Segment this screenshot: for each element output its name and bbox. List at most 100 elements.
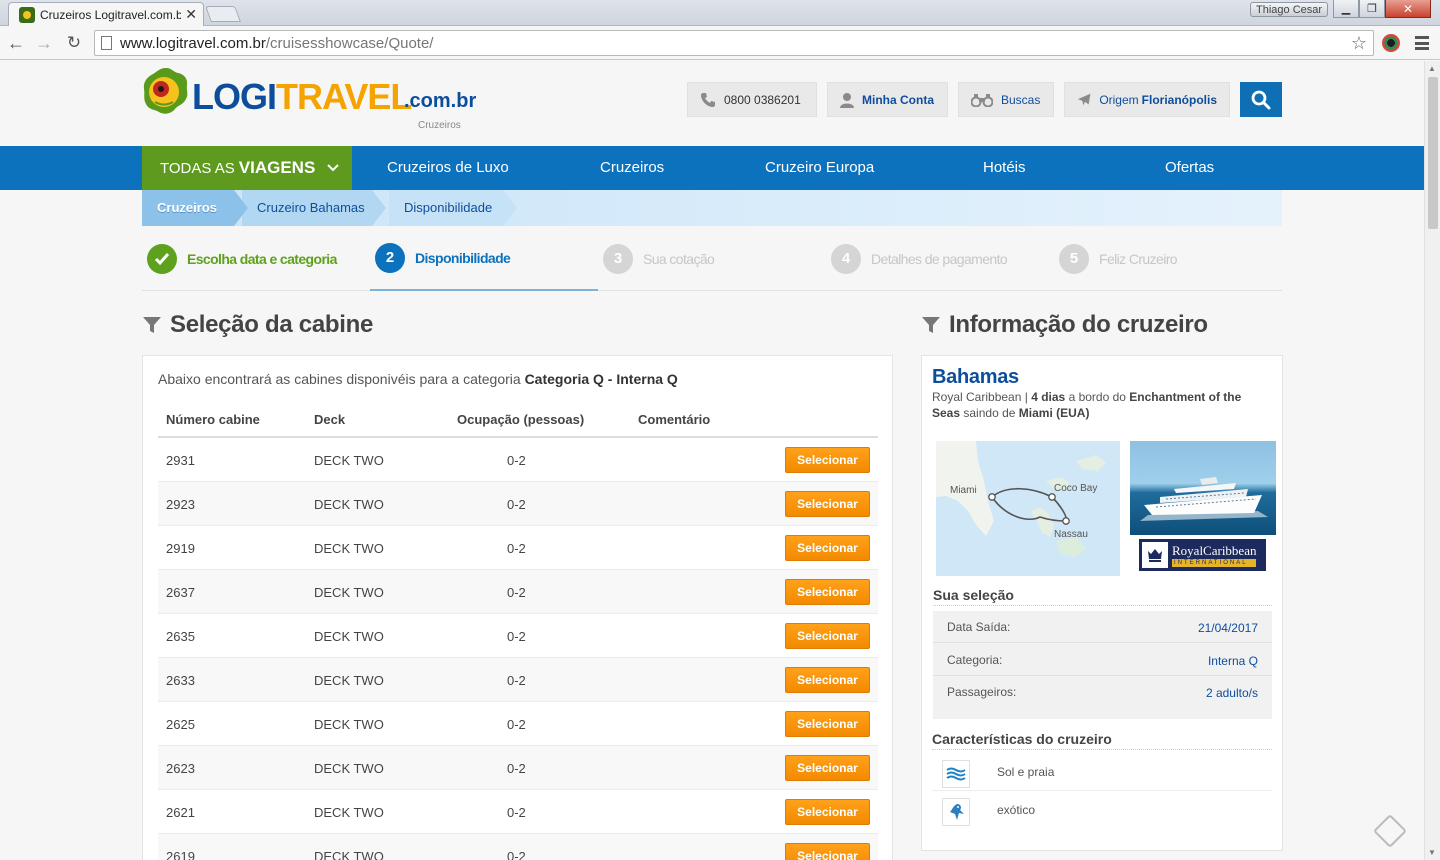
cabin-occupancy: 0-2 <box>507 497 526 512</box>
cruise-leaving: saindo de <box>963 406 1016 420</box>
cabin-number: 2637 <box>166 585 195 600</box>
browser-tab[interactable]: Cruzeiros Logitravel.com.b ✕ <box>8 2 204 26</box>
maximize-icon[interactable]: ❐ <box>1359 0 1385 18</box>
select-cabin-button[interactable]: Selecionar <box>785 799 870 825</box>
bookmark-star-icon[interactable]: ☆ <box>1351 33 1367 54</box>
cruise-ship-image <box>1140 477 1268 521</box>
browser-menu-icon[interactable] <box>1414 34 1430 52</box>
nav-link-offers[interactable]: Ofertas <box>1165 146 1214 190</box>
profile-name[interactable]: Thiago Cesar <box>1250 2 1329 17</box>
select-cabin-button[interactable]: Selecionar <box>785 447 870 473</box>
cabin-deck: DECK TWO <box>314 541 384 556</box>
cabin-number: 2635 <box>166 629 195 644</box>
feedback-tag-icon[interactable] <box>1373 814 1407 848</box>
phone-button[interactable]: 0800 0386201 <box>687 82 817 117</box>
scroll-down-icon[interactable]: ▼ <box>1428 848 1436 857</box>
step-choose-date[interactable]: Escolha data e categoria <box>142 226 370 291</box>
nav-link-europe-cruise[interactable]: Cruzeiro Europa <box>765 146 874 190</box>
step-number: 2 <box>375 242 405 273</box>
step-number: 3 <box>603 243 633 274</box>
cabin-number: 2633 <box>166 673 195 688</box>
select-cabin-button[interactable]: Selecionar <box>785 667 870 693</box>
table-row: 2637 DECK TWO 0-2 Selecionar <box>158 570 878 614</box>
url-text[interactable]: www.logitravel.com.br/cruisesshowcase/Qu… <box>120 35 1351 52</box>
cabin-occupancy: 0-2 <box>507 761 526 776</box>
breadcrumb-bahamas-cruise[interactable]: Cruzeiro Bahamas <box>242 190 386 226</box>
search-icon <box>1251 90 1271 109</box>
cabin-intro-category: Categoria Q - Interna Q <box>524 371 678 387</box>
logitravel-logo[interactable]: LOGITRAVEL .com.br Cruzeiros <box>142 66 476 131</box>
table-row: 2633 DECK TWO 0-2 Selecionar <box>158 658 878 702</box>
select-cabin-button[interactable]: Selecionar <box>785 755 870 781</box>
cabin-deck: DECK TWO <box>314 849 384 860</box>
all-trips-menu[interactable]: TODAS AS VIAGENS <box>142 146 352 190</box>
new-tab-button[interactable] <box>205 6 241 22</box>
cabin-occupancy: 0-2 <box>507 453 526 468</box>
step-quote: 3 Sua cotação <box>598 226 826 291</box>
nav-link-hotels[interactable]: Hotéis <box>983 146 1026 190</box>
minimize-icon[interactable]: ▁ <box>1333 0 1359 18</box>
cabin-number: 2923 <box>166 497 195 512</box>
cabin-deck: DECK TWO <box>314 453 384 468</box>
cruise-aboard: a bordo do <box>1068 390 1126 404</box>
ship-photo[interactable] <box>1130 441 1276 535</box>
close-tab-icon[interactable]: ✕ <box>185 6 197 23</box>
table-row: 2623 DECK TWO 0-2 Selecionar <box>158 746 878 790</box>
cabin-intro-text: Abaixo encontrará as cabines disponivéis… <box>158 371 521 387</box>
booking-steps: Escolha data e categoria 2 Disponibilida… <box>142 226 1282 291</box>
step-label: Sua cotação <box>643 250 715 267</box>
select-cabin-button[interactable]: Selecionar <box>785 579 870 605</box>
cabin-table-header: Número cabine Deck Ocupação (pessoas) Co… <box>158 404 878 438</box>
step-label: Disponibilidade <box>415 249 511 266</box>
cabin-occupancy: 0-2 <box>507 541 526 556</box>
scroll-up-icon[interactable]: ▲ <box>1428 64 1436 73</box>
selection-label: Passageiros: <box>947 685 1017 699</box>
step-number: 5 <box>1059 243 1089 274</box>
selection-value: 2 adulto/s <box>1205 686 1258 700</box>
back-arrow-icon[interactable]: ← <box>4 31 28 55</box>
select-cabin-button[interactable]: Selecionar <box>785 843 870 860</box>
itinerary-map[interactable]: Miami Coco Bay Nassau <box>936 441 1120 576</box>
cruise-info-panel: Bahamas Royal Caribbean | 4 dias a bordo… <box>921 355 1283 851</box>
cabin-number: 2931 <box>166 453 195 468</box>
reload-icon[interactable]: ↻ <box>62 31 86 55</box>
extension-icon[interactable] <box>1382 34 1400 52</box>
map-label-cocobay: Coco Bay <box>1054 483 1097 494</box>
nav-link-luxury-cruises[interactable]: Cruzeiros de Luxo <box>387 146 509 190</box>
brand-sub: INTERNATIONAL <box>1172 558 1257 567</box>
parrot-icon <box>942 798 970 826</box>
cabin-number: 2621 <box>166 805 195 820</box>
select-cabin-button[interactable]: Selecionar <box>785 535 870 561</box>
filter-icon <box>922 317 940 333</box>
cruise-info-title: Informação do cruzeiro <box>921 311 1208 339</box>
scroll-thumb[interactable] <box>1428 77 1438 229</box>
col-comment: Comentário <box>638 412 711 427</box>
forward-arrow-icon[interactable]: → <box>32 31 56 55</box>
origin-city: Florianópolis <box>1141 92 1217 107</box>
nav-link-cruises[interactable]: Cruzeiros <box>600 146 664 190</box>
cabin-deck: DECK TWO <box>314 629 384 644</box>
page-icon <box>101 36 112 50</box>
cabin-selection-panel: Abaixo encontrará as cabines disponivéis… <box>142 355 893 860</box>
my-account-button[interactable]: Minha Conta <box>827 82 948 117</box>
main-navigation: TODAS AS VIAGENS Cruzeiros de Luxo Cruzei… <box>0 146 1424 190</box>
address-bar[interactable]: www.logitravel.com.br/cruisesshowcase/Qu… <box>94 30 1374 56</box>
breadcrumb-cruises[interactable]: Cruzeiros <box>142 190 248 226</box>
select-cabin-button[interactable]: Selecionar <box>785 623 870 649</box>
window-close-icon[interactable]: ✕ <box>1385 0 1431 18</box>
cabin-occupancy: 0-2 <box>507 717 526 732</box>
feature-exotic: exótico <box>932 793 1272 829</box>
search-button[interactable] <box>1240 82 1282 117</box>
cabin-deck: DECK TWO <box>314 497 384 512</box>
cruise-duration: 4 dias <box>1031 390 1066 404</box>
origin-button[interactable]: Origem Florianópolis <box>1064 82 1230 117</box>
cabin-deck: DECK TWO <box>314 761 384 776</box>
phone-icon <box>701 92 715 107</box>
searches-button[interactable]: Buscas <box>958 82 1054 117</box>
table-row: 2621 DECK TWO 0-2 Selecionar <box>158 790 878 834</box>
cabin-number: 2919 <box>166 541 195 556</box>
select-cabin-button[interactable]: Selecionar <box>785 491 870 517</box>
royal-caribbean-logo: RoyalCaribbean INTERNATIONAL <box>1139 539 1266 571</box>
select-cabin-button[interactable]: Selecionar <box>785 711 870 737</box>
page-scrollbar[interactable]: ▲ ▼ <box>1424 61 1440 860</box>
